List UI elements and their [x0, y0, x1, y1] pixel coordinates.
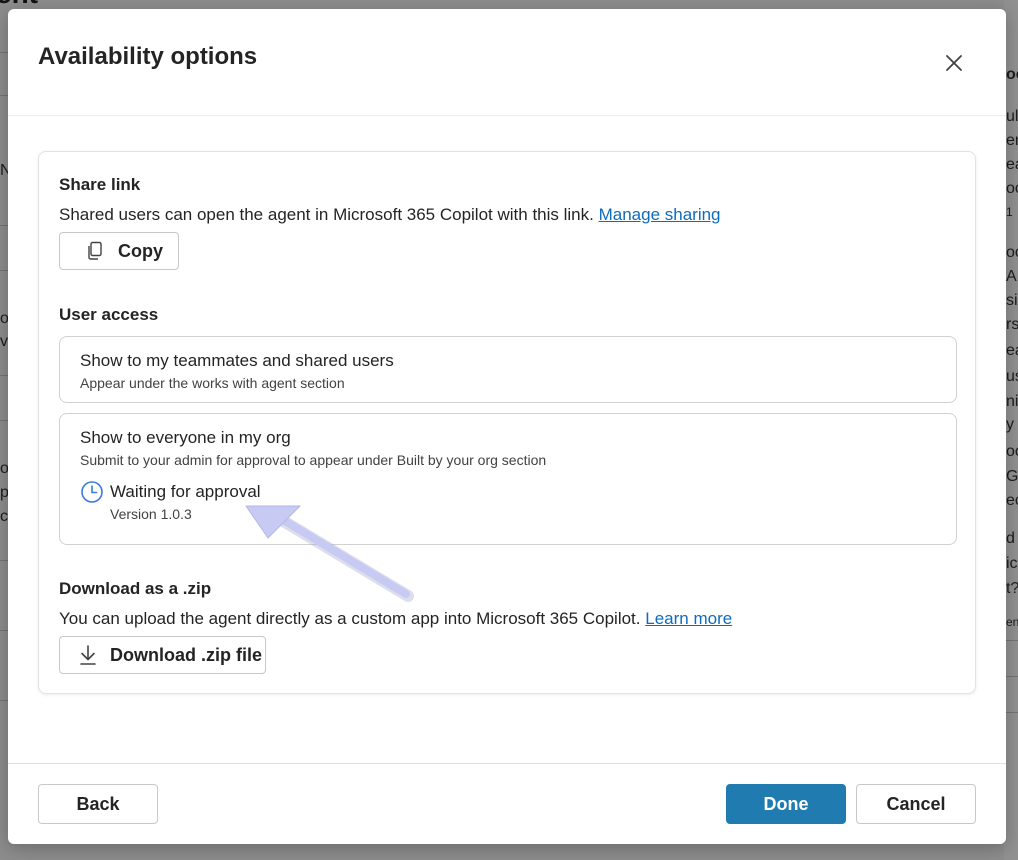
- download-heading: Download as a .zip: [59, 579, 212, 598]
- option-teammates[interactable]: Show to my teammates and shared users Ap…: [59, 336, 957, 403]
- download-icon: [80, 645, 96, 665]
- copy-button[interactable]: Copy: [59, 232, 179, 270]
- share-link-description: Shared users can open the agent in Micro…: [59, 205, 721, 225]
- done-button[interactable]: Done: [726, 784, 846, 824]
- dialog-title: Availability options: [38, 43, 258, 70]
- download-description-text: You can upload the agent directly as a c…: [59, 609, 641, 628]
- option-subtitle: Appear under the works with agent sectio…: [80, 375, 345, 391]
- option-subtitle: Submit to your admin for approval to app…: [80, 452, 547, 468]
- option-title: Show to my teammates and shared users: [80, 351, 394, 370]
- status-text: Waiting for approval: [110, 482, 261, 501]
- back-button[interactable]: Back: [38, 784, 158, 824]
- download-zip-button[interactable]: Download .zip file: [59, 636, 266, 674]
- manage-sharing-link[interactable]: Manage sharing: [599, 205, 721, 224]
- availability-dialog: Availability options Share link Shared u…: [8, 9, 1006, 844]
- copy-button-label: Copy: [118, 240, 163, 261]
- footer-divider: [8, 763, 1006, 764]
- download-description: You can upload the agent directly as a c…: [59, 609, 732, 629]
- download-button-label: Download .zip file: [110, 644, 262, 665]
- version-label: Version 1.0.3: [110, 506, 192, 522]
- header-divider: [8, 115, 1006, 116]
- learn-more-link[interactable]: Learn more: [645, 609, 732, 628]
- option-everyone-in-org[interactable]: Show to everyone in my org Submit to you…: [59, 413, 957, 545]
- share-link-description-text: Shared users can open the agent in Micro…: [59, 205, 594, 224]
- option-title: Show to everyone in my org: [80, 428, 291, 447]
- cancel-button[interactable]: Cancel: [856, 784, 976, 824]
- copy-icon: [88, 241, 102, 260]
- clock-icon: [81, 481, 103, 503]
- share-link-heading: Share link: [59, 175, 141, 194]
- close-icon: [946, 55, 962, 71]
- approval-status: Waiting for approval: [80, 480, 261, 504]
- close-button[interactable]: [940, 49, 968, 77]
- options-card: Share link Shared users can open the age…: [38, 151, 976, 694]
- user-access-heading: User access: [59, 305, 159, 324]
